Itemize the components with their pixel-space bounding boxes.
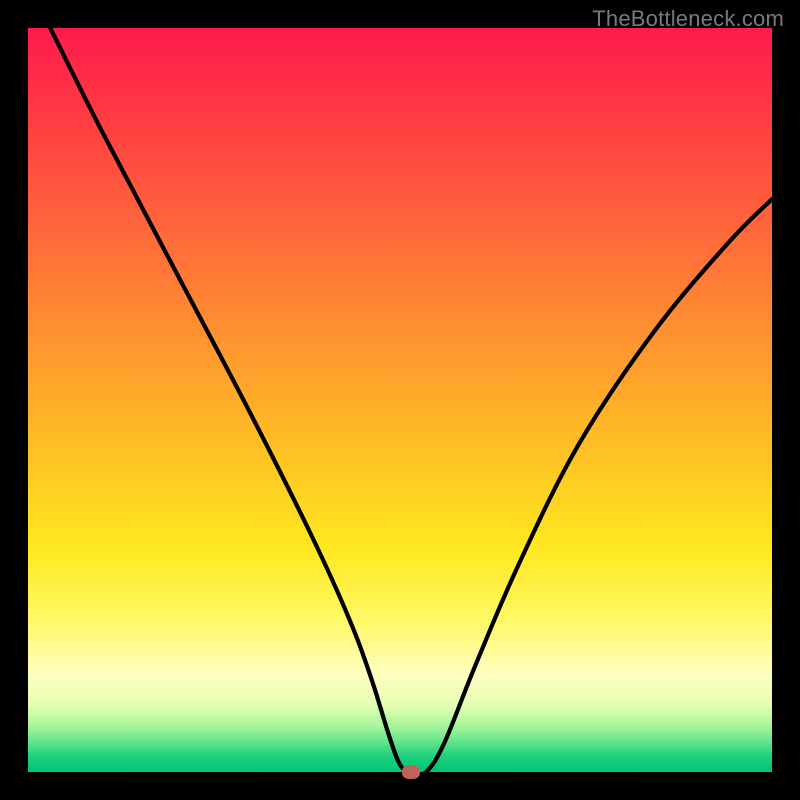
plot-area (28, 28, 772, 772)
chart-frame: TheBottleneck.com (0, 0, 800, 800)
minimum-marker (402, 765, 420, 779)
bottleneck-curve (28, 28, 772, 772)
curve-path (50, 28, 772, 772)
